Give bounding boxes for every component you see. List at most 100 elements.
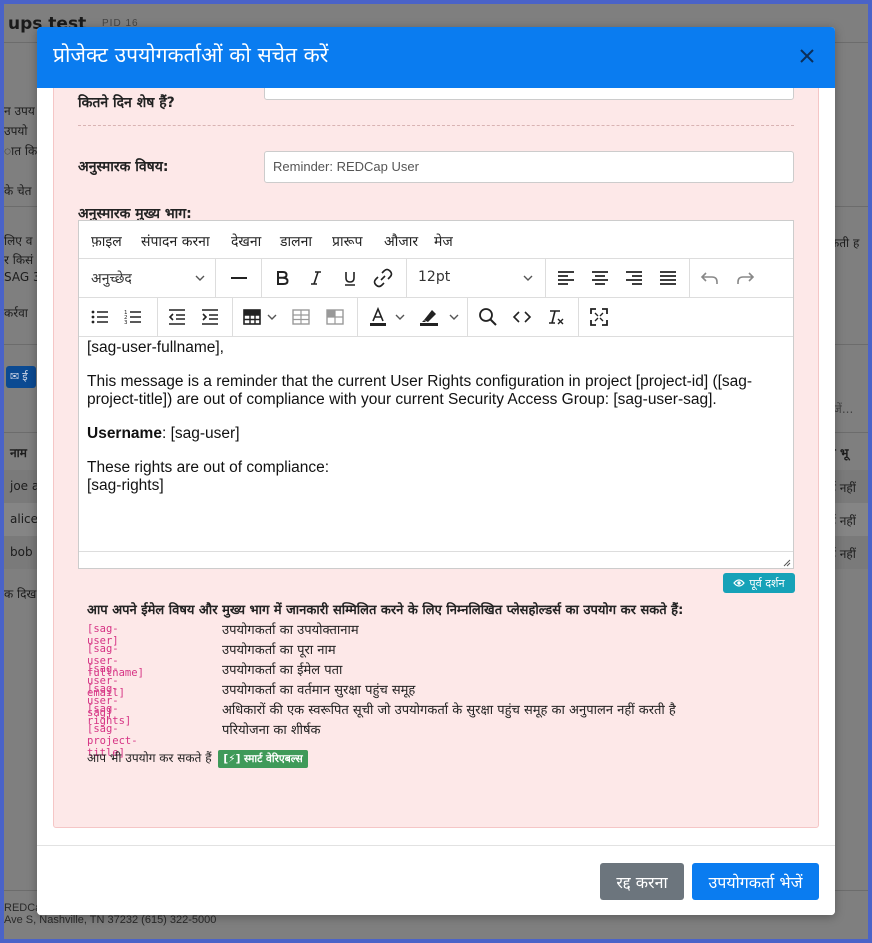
bg-text: उपयो [4, 124, 28, 138]
undo-icon [700, 272, 718, 284]
horizontal-rule-icon [231, 277, 247, 279]
underline-button[interactable] [337, 266, 363, 290]
editor-menubar: फ़ाइल संपादन करना देखना डालना प्रारूप औज… [79, 221, 793, 259]
horizontal-rule-button[interactable] [226, 266, 252, 290]
align-center-icon [592, 271, 608, 285]
resize-handle-icon[interactable] [781, 557, 791, 567]
subject-input[interactable]: Reminder: REDCap User [264, 151, 794, 183]
modal-body[interactable]: कितने दिन शेष हैं? 14 अनुस्मारक विषय: Re… [37, 88, 835, 845]
text-color-button[interactable] [365, 305, 409, 329]
days-left-label: कितने दिन शेष हैं? [78, 95, 175, 111]
placeholder-desc: उपयोगकर्ता का उपयोक्तानाम [222, 623, 359, 638]
table-icon [243, 309, 261, 325]
menu-view[interactable]: देखना [231, 232, 261, 251]
editor-content[interactable]: [sag-user-fullname], This message is a r… [87, 339, 787, 511]
bg-text: के चेत [4, 184, 32, 198]
chevron-down-icon [195, 275, 205, 281]
align-left-button[interactable] [553, 266, 579, 290]
bg-email-button: ✉ ई [6, 366, 36, 388]
menu-format[interactable]: प्रारूप [332, 232, 362, 251]
bg-text: ात कि [4, 144, 38, 158]
bg-text: लिए व [4, 234, 33, 248]
link-icon [373, 268, 393, 288]
font-size-select[interactable]: 12pt [406, 259, 545, 297]
menu-file[interactable]: फ़ाइल [91, 232, 122, 251]
close-button[interactable] [795, 44, 819, 68]
content-message: This message is a reminder that the curr… [87, 373, 753, 408]
table-cell-icon [292, 309, 310, 325]
bg-text: न उपय [4, 104, 35, 118]
menu-tools[interactable]: औजार [384, 232, 418, 251]
outdent-button[interactable] [164, 305, 190, 329]
modal-header: प्रोजेक्ट उपयोगकर्ताओं को सचेत करें [37, 27, 835, 88]
highlight-color-button[interactable] [415, 305, 463, 329]
editor-toolbar-2: 123 [79, 298, 793, 337]
placeholder-desc: उपयोगकर्ता का वर्तमान सुरक्षा पहुंच समूह [222, 683, 416, 698]
chevron-down-icon [395, 314, 405, 320]
svg-text:3: 3 [124, 320, 128, 326]
bg-cell: alice [10, 512, 39, 526]
redo-button[interactable] [732, 266, 758, 290]
editor-toolbar-1: अनुच्छेद 12pt [79, 259, 793, 298]
form-panel: कितने दिन शेष हैं? 14 अनुस्मारक विषय: Re… [53, 88, 819, 828]
italic-button[interactable] [303, 266, 329, 290]
source-code-button[interactable] [509, 305, 535, 329]
table-merge-icon [326, 309, 344, 325]
smart-variables-line: आप भी उपयोग कर सकते हैं [⚡] स्मार्ट वेरि… [87, 749, 308, 768]
align-justify-icon [660, 271, 676, 285]
placeholder-intro: आप अपने ईमेल विषय और मुख्य भाग में जानका… [87, 603, 684, 618]
numbered-list-button[interactable]: 123 [120, 305, 146, 329]
divider [78, 125, 794, 126]
close-icon [800, 49, 814, 63]
link-button[interactable] [370, 266, 396, 290]
menu-edit[interactable]: संपादन करना [141, 232, 210, 251]
smart-variables-button[interactable]: [⚡] स्मार्ट वेरिएबल्स [218, 750, 308, 768]
align-right-button[interactable] [621, 266, 647, 290]
bold-button[interactable] [269, 266, 295, 290]
preview-button[interactable]: पूर्व दर्शन [723, 573, 795, 593]
bg-cell: joe a [10, 479, 40, 493]
fullscreen-button[interactable] [586, 305, 612, 329]
clear-formatting-button[interactable] [543, 305, 569, 329]
align-right-icon [626, 271, 642, 285]
smart-variables-text: आप भी उपयोग कर सकते हैं [87, 751, 212, 765]
underline-icon [345, 272, 355, 286]
align-justify-button[interactable] [655, 266, 681, 290]
menu-table[interactable]: मेज [434, 232, 453, 251]
redo-icon [737, 272, 755, 284]
send-users-button[interactable]: उपयोगकर्ता भेजें [692, 863, 819, 900]
chevron-down-icon [523, 275, 533, 281]
clear-format-icon [549, 310, 564, 325]
placeholder-desc: उपयोगकर्ता का पूरा नाम [222, 643, 336, 658]
indent-button[interactable] [197, 305, 223, 329]
bg-text: क दिख [4, 587, 37, 601]
days-left-input[interactable]: 14 [264, 88, 794, 100]
code-icon [512, 311, 532, 323]
bold-icon [277, 271, 289, 285]
bg-text: र किसं [4, 253, 34, 267]
indent-icon [202, 309, 218, 325]
eye-icon [733, 579, 746, 587]
text-color-icon [370, 307, 386, 326]
content-username: Username: [sag-user] [87, 425, 240, 442]
modal-title: प्रोजेक्ट उपयोगकर्ताओं को सचेत करें [53, 43, 329, 67]
bullet-list-button[interactable] [87, 305, 113, 329]
cancel-button[interactable]: रद्द करना [600, 863, 684, 900]
modal-footer: रद्द करना उपयोगकर्ता भेजें [37, 845, 835, 915]
placeholder-desc: अधिकारों की एक स्वरूपित सूची जो उपयोगकर्… [222, 703, 676, 718]
align-center-button[interactable] [587, 266, 613, 290]
menu-insert[interactable]: डालना [280, 232, 312, 251]
table-cell-props-button[interactable] [322, 305, 348, 329]
undo-button[interactable] [697, 266, 723, 290]
placeholder-desc: परियोजना का शीर्षक [222, 723, 321, 738]
table-button[interactable] [239, 305, 283, 329]
bg-text: कर्रवा [4, 306, 28, 320]
table-row-props-button[interactable] [288, 305, 314, 329]
search-replace-button[interactable] [475, 305, 501, 329]
editor-statusbar [79, 551, 793, 568]
italic-icon [311, 271, 321, 285]
chevron-down-icon [449, 314, 459, 320]
content-greeting: [sag-user-fullname], [87, 339, 224, 356]
paragraph-select[interactable]: अनुच्छेद [79, 259, 215, 297]
highlighter-icon [420, 310, 438, 326]
